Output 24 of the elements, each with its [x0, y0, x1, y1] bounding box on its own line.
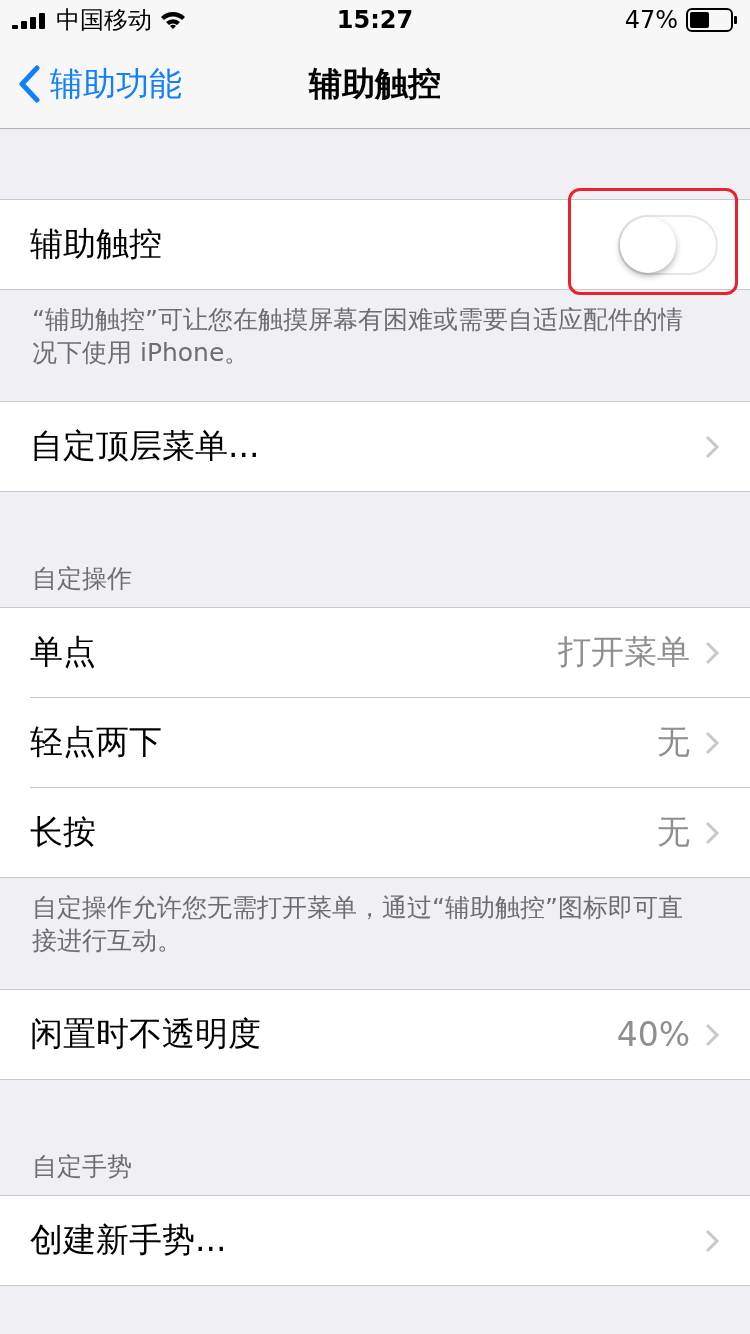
chevron-right-icon	[704, 1021, 720, 1048]
section-header: 自定操作	[31, 563, 133, 595]
chevron-right-icon	[704, 729, 720, 756]
back-button[interactable]: 辅助功能	[0, 60, 188, 108]
settings-row[interactable]: 轻点两下 无	[30, 697, 750, 787]
page-title: 辅助触控	[309, 63, 441, 103]
battery-icon	[686, 8, 738, 32]
chevron-right-icon	[704, 819, 720, 846]
chevron-right-icon	[704, 1227, 720, 1254]
chevron-right-icon	[704, 433, 720, 460]
carrier-name: 中国移动	[56, 5, 152, 36]
status-time: 15:27	[336, 6, 414, 34]
section-footer: 自定操作允许您无需打开菜单，通过“辅助触控”图标即可直接进行互动。	[0, 878, 750, 989]
settings-row[interactable]: 单点 打开菜单	[30, 608, 750, 697]
wifi-icon	[160, 10, 186, 30]
signal-icon	[12, 11, 48, 29]
battery-percent: 47%	[624, 6, 678, 34]
settings-row[interactable]: 长按 无	[30, 787, 750, 877]
toggle-switch[interactable]	[618, 214, 718, 275]
row-label: 辅助触控	[30, 223, 163, 265]
back-chevron-icon	[18, 65, 40, 103]
section-footer: “辅助触控”可让您在触摸屏幕有困难或需要自适应配件的情况下使用 iPhone。	[0, 290, 750, 401]
chevron-right-icon	[704, 639, 720, 666]
section-header: 自定手势	[31, 1151, 133, 1183]
